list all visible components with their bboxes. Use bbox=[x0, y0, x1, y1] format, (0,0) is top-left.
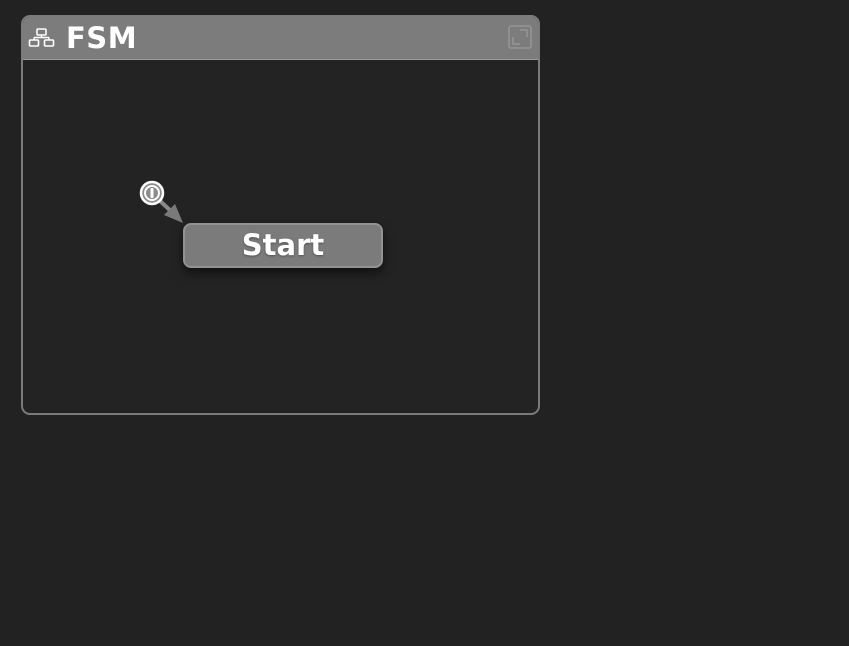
state-node-start[interactable]: Start bbox=[183, 223, 383, 268]
maximize-icon[interactable] bbox=[508, 25, 532, 49]
fsm-panel-header[interactable]: FSM bbox=[23, 17, 538, 60]
fsm-title: FSM bbox=[66, 21, 138, 55]
state-machine-icon bbox=[28, 28, 55, 47]
state-label: Start bbox=[241, 228, 325, 262]
entry-point-icon[interactable] bbox=[138, 178, 186, 226]
graph-canvas[interactable]: FSM Start bbox=[0, 0, 849, 646]
fsm-graph-panel[interactable]: FSM bbox=[21, 15, 540, 415]
